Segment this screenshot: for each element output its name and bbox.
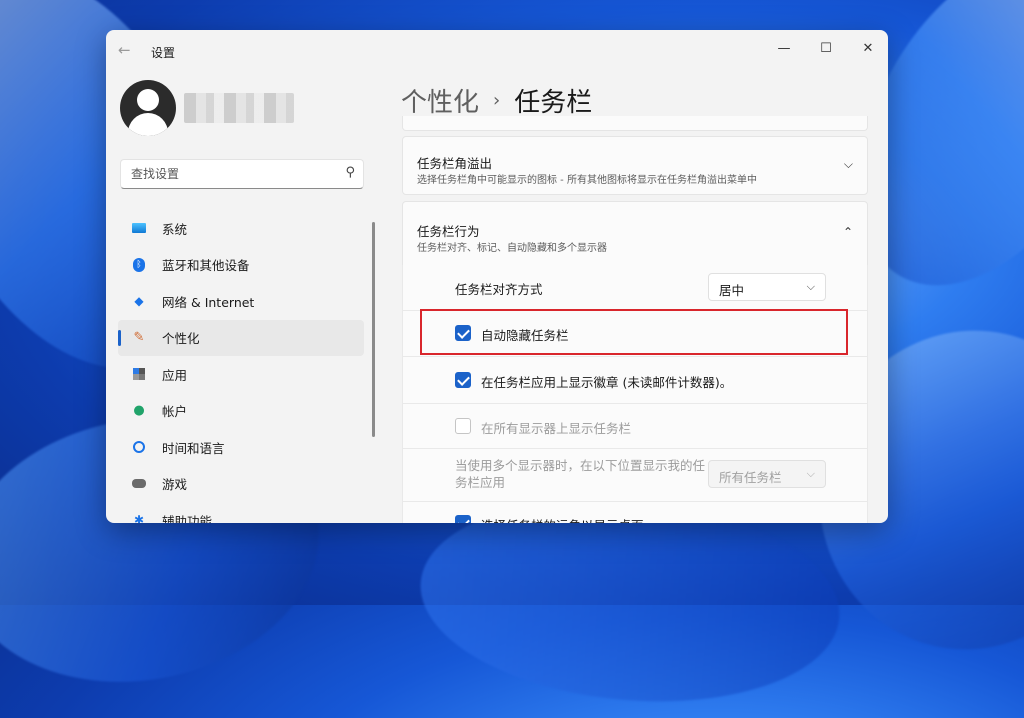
sidebar-item-gaming[interactable]: 游戏: [118, 466, 364, 503]
wifi-icon: ◆: [134, 294, 144, 309]
card-title: 任务栏角溢出: [417, 156, 493, 171]
minimize-button[interactable]: —: [764, 36, 804, 62]
sidebar-item-personalization[interactable]: ✎ 个性化: [118, 319, 364, 356]
card-subtitle: 选择任务栏角中可能显示的图标 - 所有其他图标将显示在任务栏角溢出菜单中: [417, 175, 757, 186]
avatar-body: [128, 113, 168, 136]
alignment-dropdown[interactable]: 居中 ⌵: [708, 273, 826, 301]
sidebar-item-label: 时间和语言: [162, 440, 225, 456]
breadcrumb: 个性化 › 任务栏: [401, 82, 592, 119]
brush-icon: ✎: [133, 330, 145, 346]
breadcrumb-parent[interactable]: 个性化: [401, 82, 479, 119]
card-subtitle: 任务栏对齐、标记、自动隐藏和多个显示器: [417, 243, 607, 254]
bluetooth-icon: ᛒ: [130, 256, 148, 274]
avatar[interactable]: [120, 80, 176, 136]
search-box[interactable]: ⚲: [120, 159, 364, 189]
search-input[interactable]: [129, 164, 333, 184]
card-title: 任务栏行为: [417, 224, 480, 239]
sidebar-item-apps[interactable]: 应用: [118, 356, 364, 393]
multi-display-dropdown[interactable]: 所有任务栏 ⌵: [708, 460, 826, 488]
chevron-down-icon[interactable]: ⌵: [844, 157, 853, 172]
title-bar[interactable]: ← 设置 — ☐ ✕: [106, 30, 888, 70]
sidebar-item-bluetooth[interactable]: ᛒ 蓝牙和其他设备: [118, 247, 364, 284]
sidebar-item-accessibility[interactable]: ✱ 辅助功能: [118, 502, 364, 523]
gamepad-icon: [130, 475, 148, 493]
settings-window: ← 设置 — ☐ ✕ ⚲ 系统 ᛒ 蓝牙和其他设备 ◆ 网络 & Interne…: [106, 30, 888, 523]
sidebar-item-label: 个性化: [162, 331, 200, 347]
alignment-row: 任务栏对齐方式 居中 ⌵: [402, 265, 868, 311]
chevron-up-icon[interactable]: ⌃: [843, 225, 853, 239]
chevron-down-icon: ⌵: [806, 467, 815, 480]
badges-label[interactable]: 在任务栏应用上显示徽章 (未读邮件计数器)。: [481, 372, 732, 391]
globe-clock-icon: [130, 438, 148, 456]
all-displays-label[interactable]: 在所有显示器上显示任务栏: [481, 418, 631, 437]
sidebar-item-label: 游戏: [162, 477, 188, 493]
close-button[interactable]: ✕: [848, 36, 888, 62]
breadcrumb-separator-icon: ›: [493, 90, 501, 111]
chevron-down-icon: ⌵: [806, 280, 815, 293]
badges-row: 在任务栏应用上显示徽章 (未读邮件计数器)。: [402, 357, 868, 404]
badges-checkbox[interactable]: [455, 372, 471, 388]
apps-icon: [130, 365, 148, 383]
sidebar-item-system[interactable]: 系统: [118, 210, 364, 247]
sidebar-item-label: 系统: [162, 221, 188, 237]
window-title: 设置: [151, 46, 176, 60]
multi-display-label: 当使用多个显示器时，在以下位置显示我的任务栏应用: [455, 458, 706, 490]
sidebar-item-accounts[interactable]: ● 帐户: [118, 393, 364, 430]
sidebar-nav: 系统 ᛒ 蓝牙和其他设备 ◆ 网络 & Internet ✎ 个性化 应用 ● …: [118, 210, 364, 523]
sidebar-item-label: 蓝牙和其他设备: [162, 258, 250, 274]
sidebar-item-label: 辅助功能: [162, 513, 213, 523]
accessibility-icon: ✱: [133, 513, 145, 523]
card-stub-above: [402, 116, 868, 131]
sidebar-scrollbar[interactable]: [372, 222, 375, 437]
red-highlight-box: [420, 309, 848, 355]
monitor-icon: [130, 219, 148, 237]
taskbar-behaviors-card[interactable]: 任务栏行为 任务栏对齐、标记、自动隐藏和多个显示器 ⌃: [402, 201, 868, 266]
back-arrow-icon[interactable]: ←: [118, 42, 134, 58]
page-title: 任务栏: [514, 88, 593, 118]
all-displays-checkbox[interactable]: [455, 418, 471, 434]
sidebar-item-label: 帐户: [162, 404, 188, 420]
taskbar-overflow-card[interactable]: 任务栏角溢出 选择任务栏角中可能显示的图标 - 所有其他图标将显示在任务栏角溢出…: [402, 136, 868, 195]
sidebar-item-label: 网络 & Internet: [162, 294, 255, 310]
sidebar-item-network[interactable]: ◆ 网络 & Internet: [118, 283, 364, 320]
multi-display-row: 当使用多个显示器时，在以下位置显示我的任务栏应用 所有任务栏 ⌵: [402, 449, 868, 502]
person-icon: ●: [133, 403, 145, 419]
alignment-label: 任务栏对齐方式: [455, 282, 543, 297]
sidebar-item-time-language[interactable]: 时间和语言: [118, 429, 364, 466]
desktop-peek-label[interactable]: 选择任务栏的远角以显示桌面: [481, 515, 644, 523]
dropdown-value: 所有任务栏: [719, 470, 782, 485]
blurred-username: [184, 93, 294, 123]
avatar-head: [137, 89, 159, 111]
sidebar-item-label: 应用: [162, 367, 188, 383]
desktop-peek-row: 选择任务栏的远角以显示桌面: [402, 502, 868, 523]
dropdown-value: 居中: [719, 283, 745, 298]
maximize-button[interactable]: ☐: [806, 36, 846, 62]
search-icon[interactable]: ⚲: [345, 165, 355, 180]
desktop-peek-checkbox[interactable]: [455, 515, 471, 523]
all-displays-row: 在所有显示器上显示任务栏: [402, 404, 868, 449]
